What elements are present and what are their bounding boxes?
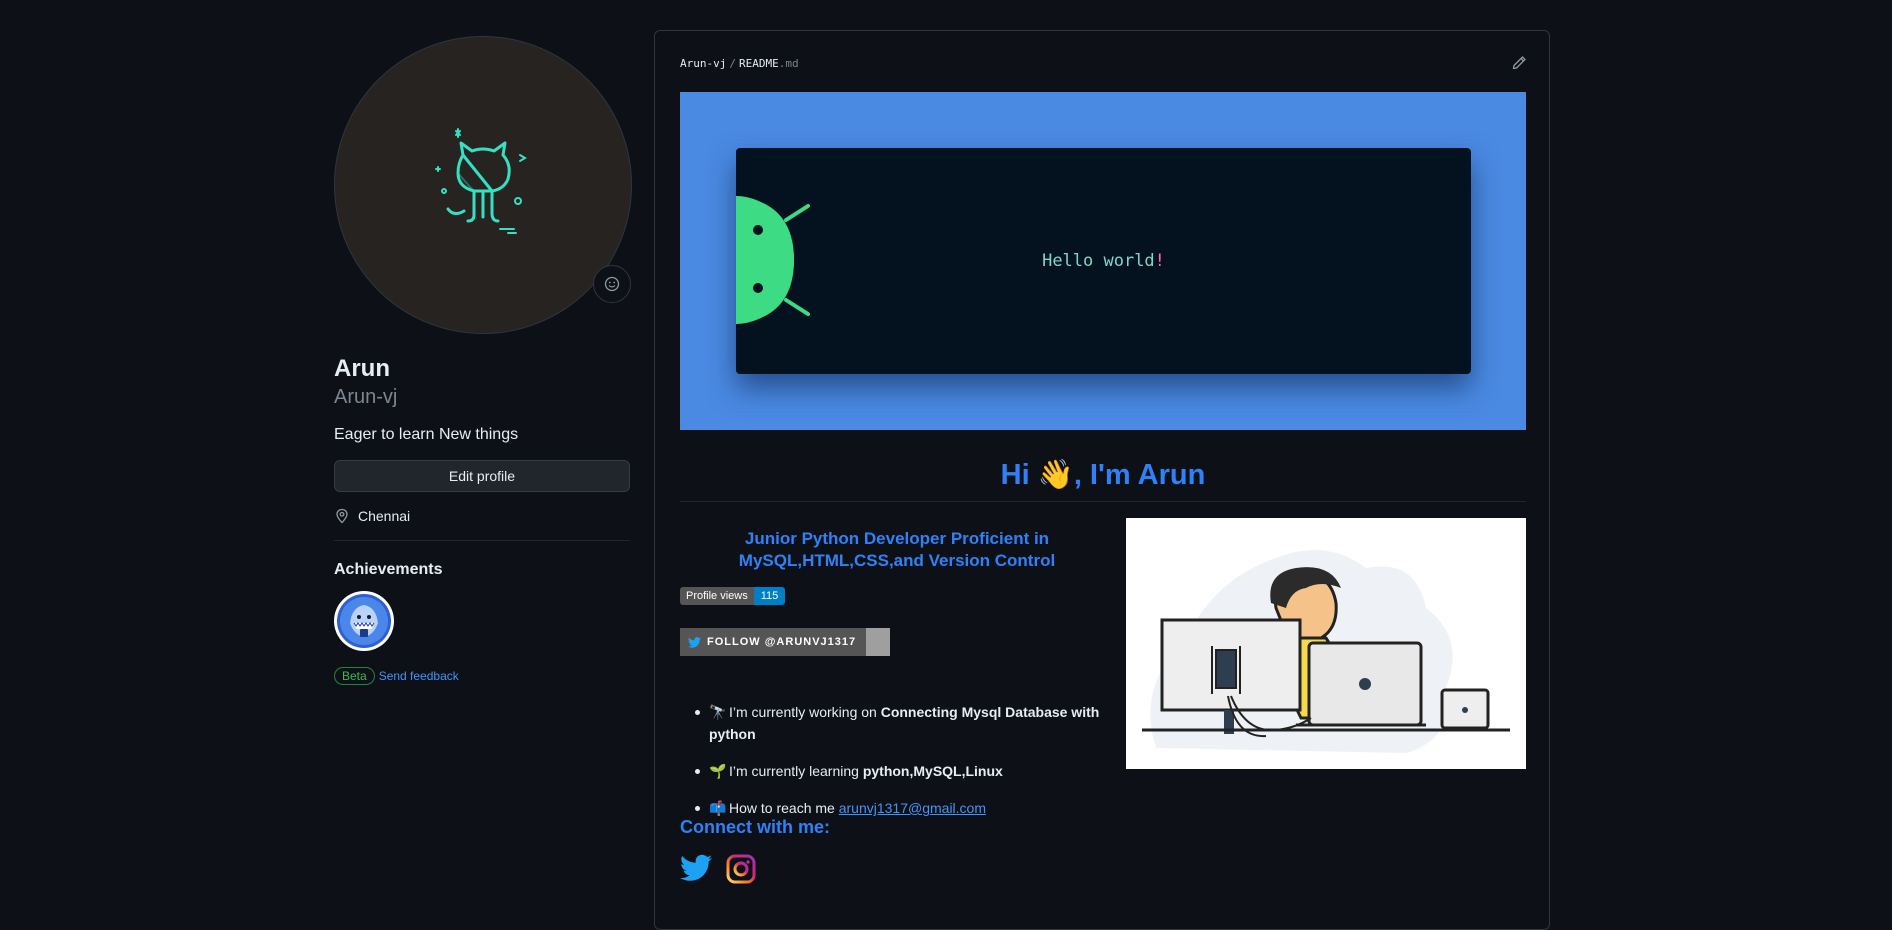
profile-username: Arun-vj [334, 386, 398, 408]
achievement-badge[interactable] [334, 591, 394, 651]
set-status-button[interactable] [593, 265, 631, 303]
developer-illustration [1126, 518, 1526, 769]
seedling-icon: 🌱 [709, 763, 727, 779]
smiley-icon [604, 276, 620, 292]
heading-rule [680, 501, 1526, 502]
send-feedback-link[interactable]: Send feedback [379, 669, 459, 683]
list-item: 🌱 I’m currently learning python,MySQL,Lin… [680, 760, 1110, 782]
profile-avatar[interactable] [334, 36, 632, 334]
profile-views-badge[interactable]: Profile views 115 [680, 587, 786, 605]
bullet-text: How to reach me [729, 800, 839, 816]
developer-at-desk-illustration [1142, 550, 1510, 753]
readme-card: Arun-vj / README.md Hello world! Hi 👋, I'm… [654, 30, 1550, 930]
achievements-heading[interactable]: Achievements [334, 561, 632, 579]
email-link[interactable]: arunvj1317@gmail.com [839, 800, 986, 816]
twitter-follow-badge[interactable]: FOLLOW @ARUNVJ1317 [680, 628, 891, 656]
instagram-icon[interactable] [726, 854, 756, 884]
readme-banner: Hello world! [680, 92, 1526, 430]
profile-display-name: Arun [334, 355, 390, 382]
twitter-bird-icon [688, 636, 701, 648]
bullet-bold: python,MySQL,Linux [862, 763, 1003, 779]
readme-path-ext: .md [778, 57, 799, 70]
profile-sidebar: Arun Arun-vj Eager to learn New things E… [334, 36, 632, 685]
mailbox-icon: 📫 [709, 800, 727, 816]
follow-badge-right [866, 628, 891, 656]
achievements-feedback: Beta Send feedback [334, 667, 632, 685]
edit-profile-button[interactable]: Edit profile [334, 460, 630, 492]
profile-views-label: Profile views [680, 587, 754, 605]
octocat-icon [435, 128, 527, 234]
follow-badge-text: FOLLOW @ARUNVJ1317 [707, 636, 857, 648]
banner-text: Hello world! [736, 251, 1471, 271]
readme-path-user[interactable]: Arun-vj [680, 57, 726, 70]
readme-path-separator: / [729, 57, 736, 70]
location-text: Chennai [358, 508, 411, 524]
edit-readme-button[interactable] [1511, 55, 1527, 76]
location-pin-icon [336, 508, 348, 524]
readme-path-file: README [738, 57, 779, 70]
list-item: 📫 How to reach me arunvj1317@gmail.com [680, 797, 1110, 819]
connect-heading: Connect with me: [680, 817, 831, 837]
sidebar-divider [334, 540, 630, 541]
twitter-icon[interactable] [680, 854, 712, 882]
follow-badge-left: FOLLOW @ARUNVJ1317 [680, 628, 867, 656]
banner-bang: ! [1154, 251, 1165, 271]
profile-views-count: 115 [753, 587, 786, 605]
readme-bullet-list: 🔭 I’m currently working on Connecting Mys… [680, 701, 1110, 834]
list-item: 🔭 I’m currently working on Connecting Mys… [680, 701, 1110, 745]
readme-breadcrumb: Arun-vj / README.md [680, 57, 799, 70]
social-links [680, 854, 756, 884]
banner-hello: Hello world [1042, 251, 1155, 271]
readme-greeting: Hi 👋, I'm Arun [1000, 459, 1206, 491]
pencil-icon [1512, 56, 1526, 70]
telescope-icon: 🔭 [709, 704, 727, 720]
readme-tagline: Junior Python Developer Proficient in My… [738, 529, 1056, 570]
shark-badge-icon [337, 594, 391, 648]
banner-terminal: Hello world! [736, 148, 1471, 374]
profile-bio: Eager to learn New things [334, 426, 519, 443]
profile-location: Chennai [334, 508, 632, 524]
beta-label: Beta [334, 667, 375, 685]
bullet-text: I’m currently working on [729, 704, 881, 720]
bullet-text: I’m currently learning [729, 763, 863, 779]
